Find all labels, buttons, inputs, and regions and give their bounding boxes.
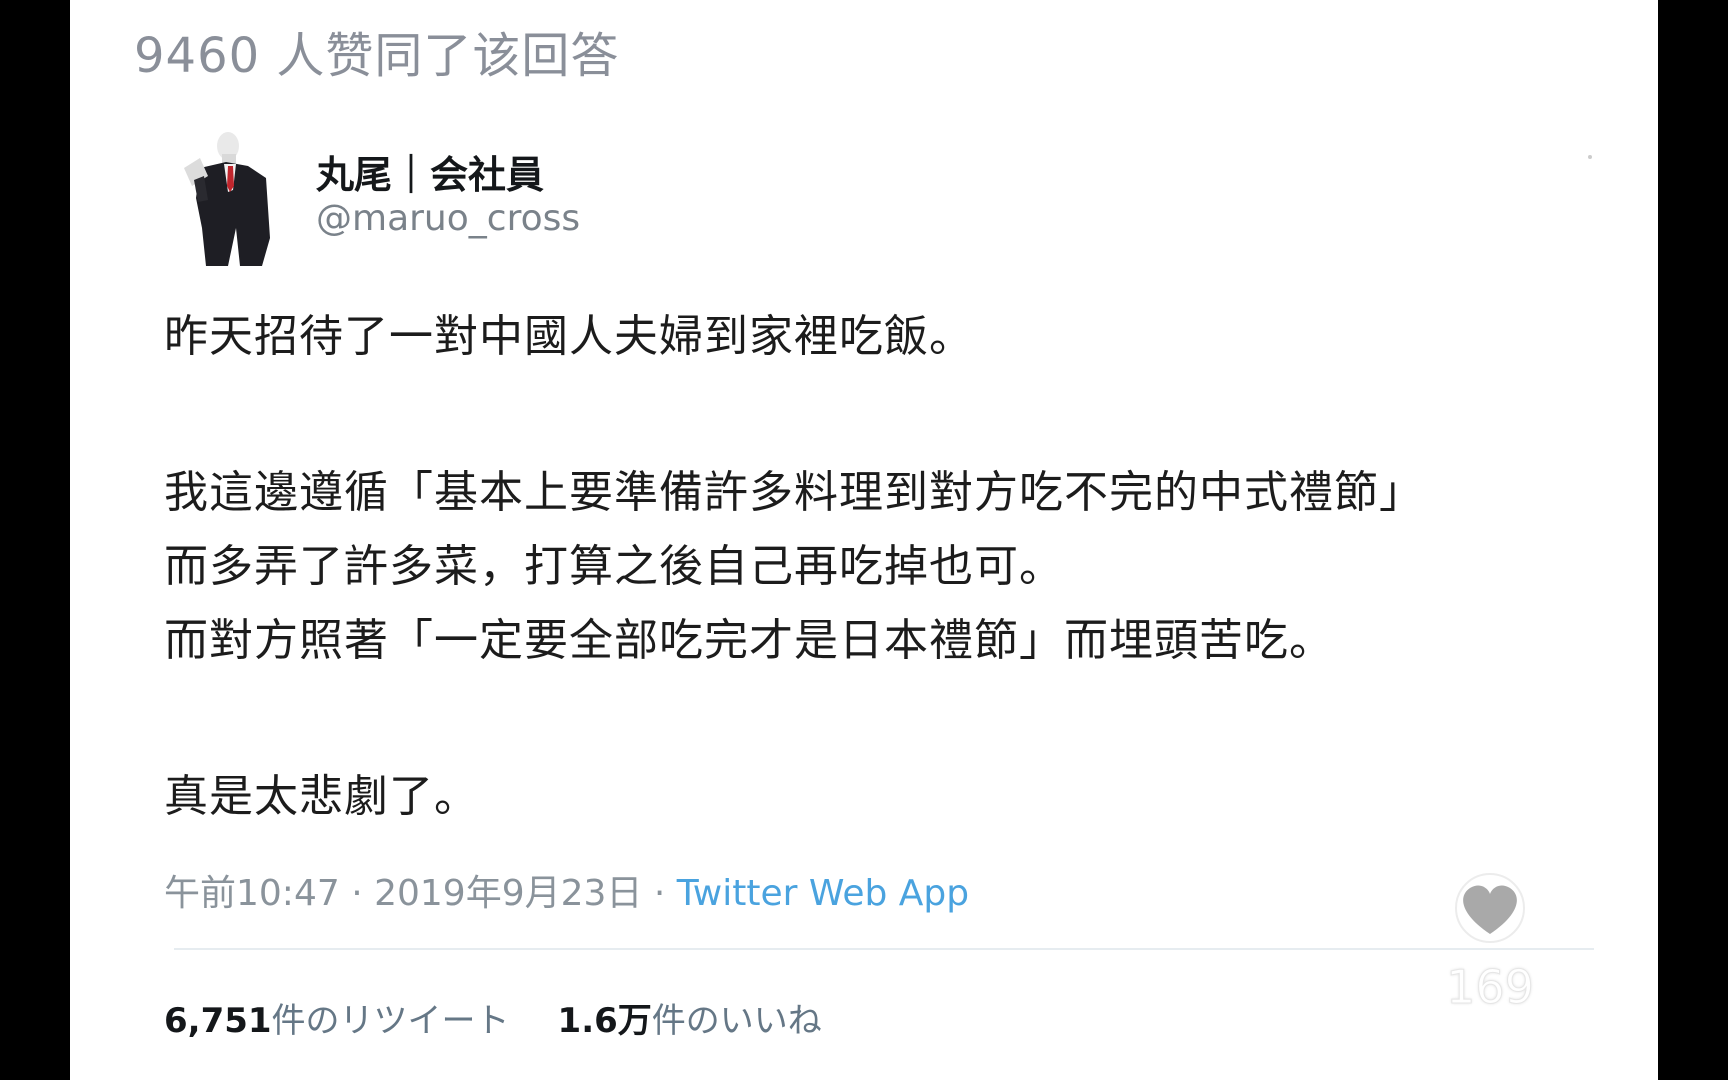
tweet-screenshot: 丸尾｜会社員 @maruo_cross 昨天招待了一對中國人夫婦到家裡吃飯。 我… [70, 0, 1658, 1080]
likes-label[interactable]: 件のいいね [652, 1001, 822, 1041]
more-options-dot[interactable] [1588, 155, 1592, 159]
retweets-label[interactable]: 件のリツイート [272, 1001, 510, 1041]
avatar-figure-icon [184, 132, 270, 266]
tweet-body-line: 我這邊遵循「基本上要準備許多料理到對方吃不完的中式禮節」 [164, 467, 1424, 518]
tweet-stats: 6,751件のリツイート 1.6万件のいいね [164, 993, 822, 1042]
tweet-body-line: 而對方照著「一定要全部吃完才是日本禮節」而埋頭苦吃。 [164, 615, 1334, 666]
tweet-timestamp[interactable]: 午前10:47 · 2019年9月23日 · [164, 873, 677, 914]
author-handle[interactable]: @maruo_cross [316, 198, 580, 239]
like-count: 169 [1446, 960, 1535, 1015]
tweet-body-line: 真是太悲劇了。 [164, 771, 479, 822]
answer-card: 9460 人赞同了该回答 丸尾｜会社員 @maruo_cross 昨天招待了一對… [70, 0, 1658, 1080]
tweet-body-line: 而多弄了許多菜，打算之後自己再吃掉也可。 [164, 541, 1064, 592]
avatar[interactable] [178, 128, 288, 268]
tweet-body-line: 昨天招待了一對中國人夫婦到家裡吃飯。 [164, 311, 974, 362]
tweet-meta: 午前10:47 · 2019年9月23日 · Twitter Web App [164, 864, 969, 916]
author-display-name[interactable]: 丸尾｜会社員 [316, 144, 544, 199]
tweet-source-link[interactable]: Twitter Web App [677, 873, 969, 914]
divider [174, 948, 1594, 950]
heart-icon [1455, 873, 1525, 943]
likes-count[interactable]: 1.6万 [558, 1001, 652, 1041]
retweets-count[interactable]: 6,751 [164, 1001, 272, 1041]
